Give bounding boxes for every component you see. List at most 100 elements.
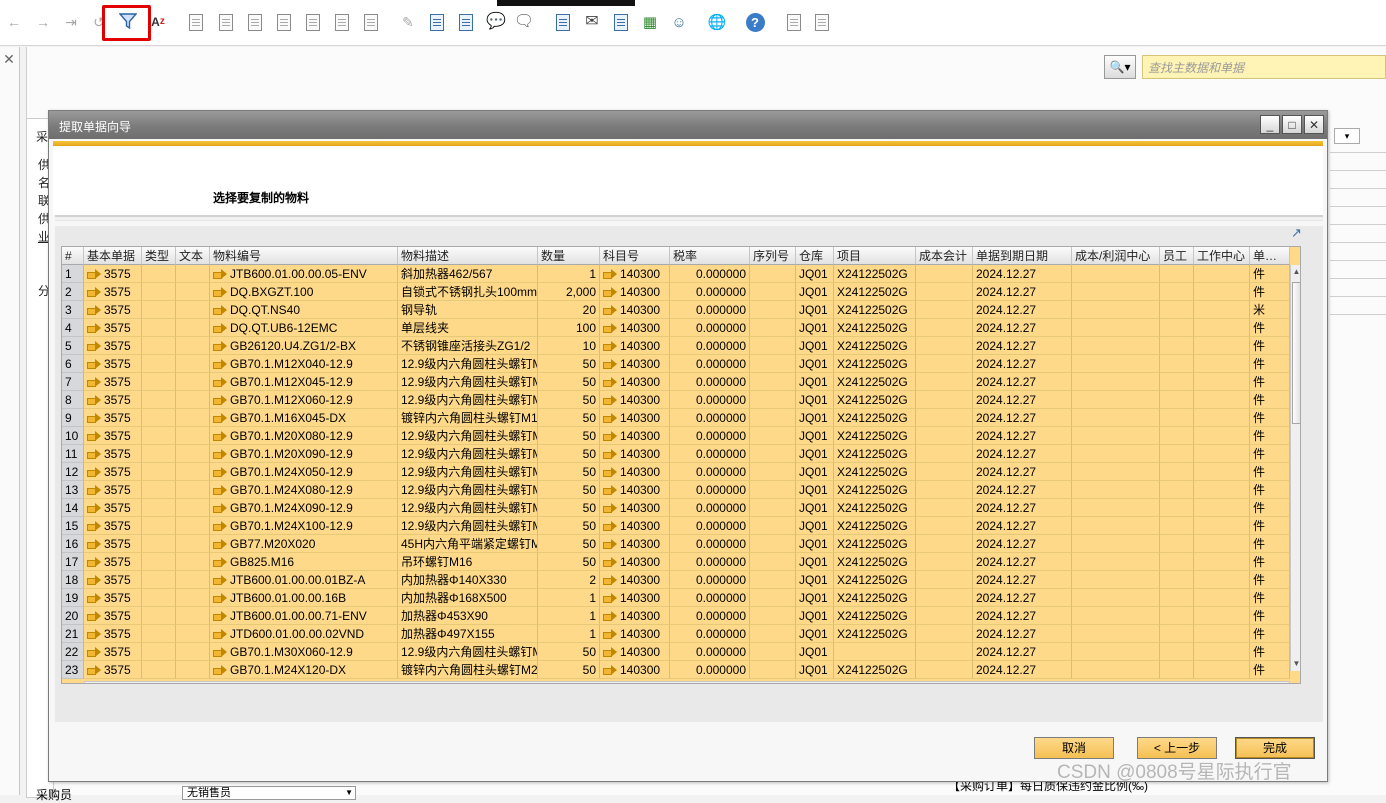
table-cell[interactable] bbox=[1072, 499, 1160, 517]
link-arrow-icon[interactable] bbox=[213, 521, 227, 531]
column-header[interactable]: 项目 bbox=[834, 247, 916, 265]
table-cell[interactable] bbox=[916, 625, 973, 643]
table-cell[interactable] bbox=[142, 409, 176, 427]
table-cell[interactable] bbox=[1194, 571, 1250, 589]
table-cell[interactable]: 50 bbox=[538, 445, 600, 463]
table-cell[interactable] bbox=[1160, 445, 1194, 463]
table-cell[interactable]: 12.9级内六角圆柱头螺钉M bbox=[398, 373, 538, 391]
link-arrow-icon[interactable] bbox=[87, 485, 101, 495]
table-cell[interactable]: 50 bbox=[538, 499, 600, 517]
table-cell[interactable] bbox=[916, 517, 973, 535]
dropdown-icon[interactable]: ▾ bbox=[1334, 128, 1360, 144]
table-cell[interactable]: 140300 bbox=[600, 607, 670, 625]
table-cell[interactable] bbox=[916, 427, 973, 445]
table-cell[interactable]: 50 bbox=[538, 427, 600, 445]
table-cell[interactable] bbox=[176, 409, 210, 427]
link-arrow-icon[interactable] bbox=[87, 611, 101, 621]
table-cell[interactable] bbox=[1160, 517, 1194, 535]
table-cell[interactable]: 0.000000 bbox=[670, 373, 750, 391]
link-arrow-icon[interactable] bbox=[87, 539, 101, 549]
table-cell[interactable] bbox=[916, 499, 973, 517]
table-cell[interactable] bbox=[834, 643, 916, 661]
table-cell[interactable] bbox=[176, 283, 210, 301]
table-cell[interactable] bbox=[750, 319, 796, 337]
table-cell[interactable] bbox=[1072, 391, 1160, 409]
table-cell[interactable]: GB70.1.M24X050-12.9 bbox=[210, 463, 398, 481]
calendar-icon[interactable] bbox=[611, 12, 631, 32]
row-number[interactable]: 9 bbox=[62, 409, 84, 427]
table-cell[interactable]: 件 bbox=[1250, 499, 1290, 517]
table-cell[interactable]: 0.000000 bbox=[670, 409, 750, 427]
link-arrow-icon[interactable] bbox=[87, 503, 101, 513]
table-cell[interactable]: 140300 bbox=[600, 661, 670, 679]
new-document-icon[interactable] bbox=[427, 12, 447, 32]
table-cell[interactable]: 50 bbox=[538, 391, 600, 409]
table-cell[interactable]: 0.000000 bbox=[670, 337, 750, 355]
table-cell[interactable] bbox=[1072, 409, 1160, 427]
table-cell[interactable]: 0.000000 bbox=[670, 499, 750, 517]
table-cell[interactable] bbox=[1072, 301, 1160, 319]
table-row[interactable]: 16 3575 GB77.M20X020 45H内六角平端紧定螺钉M 50 140300 0… bbox=[62, 535, 1300, 553]
table-cell[interactable]: GB70.1.M20X080-12.9 bbox=[210, 427, 398, 445]
search-button[interactable]: 🔍▾ bbox=[1104, 55, 1136, 79]
scroll-right-icon[interactable]: ▶ bbox=[1278, 682, 1289, 683]
table-cell[interactable]: 50 bbox=[538, 481, 600, 499]
table-cell[interactable]: JQ01 bbox=[796, 463, 834, 481]
table-cell[interactable]: 0.000000 bbox=[670, 535, 750, 553]
table-cell[interactable]: 件 bbox=[1250, 427, 1290, 445]
table-row[interactable]: 2 3575 DQ.BXGZT.100 自锁式不锈钢扎头100mm 2,000 14030… bbox=[62, 283, 1300, 301]
edit-icon[interactable]: ✎ bbox=[398, 12, 418, 32]
table-cell[interactable]: 2024.12.27 bbox=[973, 301, 1072, 319]
table-cell[interactable]: GB70.1.M24X100-12.9 bbox=[210, 517, 398, 535]
table-cell[interactable] bbox=[1194, 265, 1250, 283]
table-cell[interactable]: X24122502G bbox=[834, 517, 916, 535]
table-cell[interactable] bbox=[1160, 427, 1194, 445]
table-cell[interactable]: 50 bbox=[538, 409, 600, 427]
table-cell[interactable]: 2024.12.27 bbox=[973, 373, 1072, 391]
table-cell[interactable]: 140300 bbox=[600, 373, 670, 391]
column-header[interactable]: 文本 bbox=[176, 247, 210, 265]
table-cell[interactable]: 0.000000 bbox=[670, 391, 750, 409]
table-cell[interactable]: 件 bbox=[1250, 283, 1290, 301]
table-cell[interactable]: GB70.1.M24X120-DX bbox=[210, 661, 398, 679]
table-cell[interactable]: 3575 bbox=[84, 661, 142, 679]
table-cell[interactable]: JQ01 bbox=[796, 481, 834, 499]
table-cell[interactable]: 0.000000 bbox=[670, 301, 750, 319]
table-cell[interactable]: 2024.12.27 bbox=[973, 499, 1072, 517]
table-cell[interactable] bbox=[1160, 481, 1194, 499]
table-cell[interactable] bbox=[750, 283, 796, 301]
table-cell[interactable]: JTB600.01.00.00.71-ENV bbox=[210, 607, 398, 625]
approval-icon[interactable] bbox=[456, 12, 476, 32]
table-cell[interactable]: 3575 bbox=[84, 445, 142, 463]
table-cell[interactable] bbox=[750, 355, 796, 373]
table-row[interactable]: 19 3575 JTB600.01.00.00.16B 内加热器Φ168X500 1 14… bbox=[62, 589, 1300, 607]
table-cell[interactable]: GB70.1.M12X045-12.9 bbox=[210, 373, 398, 391]
table-cell[interactable]: 20 bbox=[538, 301, 600, 319]
column-header[interactable]: 单… bbox=[1250, 247, 1290, 265]
table-cell[interactable]: 50 bbox=[538, 517, 600, 535]
search-input[interactable]: 查找主数据和单据 bbox=[1142, 55, 1386, 79]
table-cell[interactable]: 件 bbox=[1250, 319, 1290, 337]
table-cell[interactable]: 件 bbox=[1250, 643, 1290, 661]
column-header[interactable]: 仓库 bbox=[796, 247, 834, 265]
table-cell[interactable]: 50 bbox=[538, 661, 600, 679]
row-number[interactable]: 19 bbox=[62, 589, 84, 607]
link-arrow-icon[interactable] bbox=[87, 431, 101, 441]
table-cell[interactable]: 0.000000 bbox=[670, 571, 750, 589]
table-cell[interactable]: 件 bbox=[1250, 355, 1290, 373]
table-cell[interactable]: 0.000000 bbox=[670, 319, 750, 337]
table-cell[interactable]: 12.9级内六角圆柱头螺钉M bbox=[398, 517, 538, 535]
table-cell[interactable] bbox=[1194, 319, 1250, 337]
table-cell[interactable]: 2024.12.27 bbox=[973, 535, 1072, 553]
table-cell[interactable] bbox=[142, 283, 176, 301]
table-cell[interactable]: 140300 bbox=[600, 625, 670, 643]
table-cell[interactable] bbox=[750, 265, 796, 283]
table-cell[interactable]: JQ01 bbox=[796, 607, 834, 625]
journal-icon[interactable] bbox=[332, 12, 352, 32]
table-cell[interactable]: 0.000000 bbox=[670, 463, 750, 481]
table-cell[interactable]: GB70.1.M24X080-12.9 bbox=[210, 481, 398, 499]
link-arrow-icon[interactable] bbox=[213, 269, 227, 279]
purchaser-select[interactable]: 无销售员 ▼ bbox=[182, 786, 356, 800]
table-cell[interactable] bbox=[916, 409, 973, 427]
table-cell[interactable]: 3575 bbox=[84, 265, 142, 283]
